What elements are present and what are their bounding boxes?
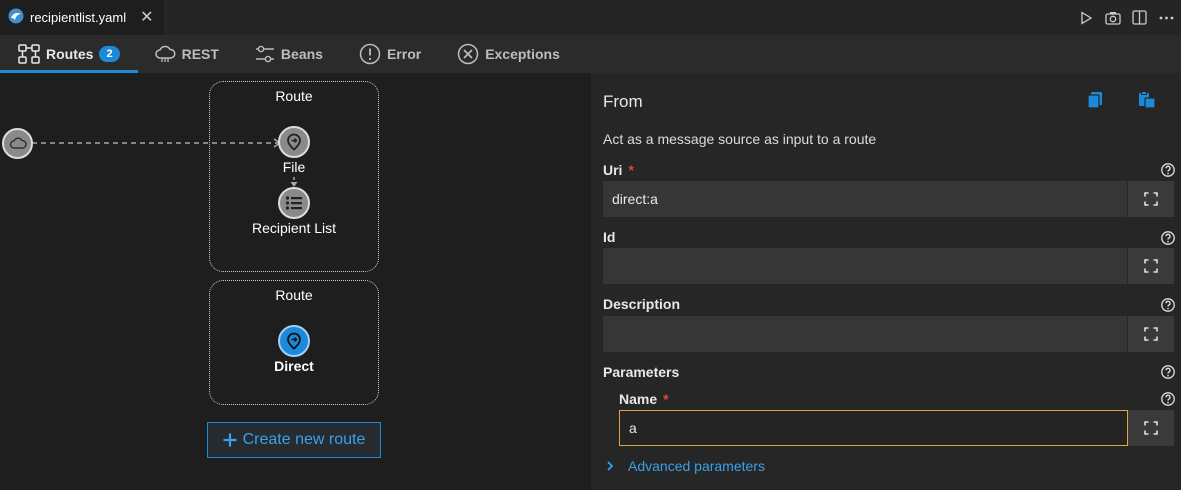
tab-exceptions[interactable]: Exceptions	[439, 35, 578, 73]
description-input[interactable]	[603, 316, 1127, 352]
help-icon[interactable]	[1161, 231, 1175, 245]
uri-label: Uri *	[603, 162, 634, 178]
editor-actions	[1077, 0, 1175, 35]
tab-beans[interactable]: Beans	[237, 35, 341, 73]
advanced-parameters-toggle[interactable]: Advanced parameters	[606, 458, 765, 474]
name-label: Name *	[619, 391, 669, 407]
expand-icon	[1144, 192, 1158, 206]
expand-icon	[1144, 327, 1158, 341]
description-expand-button[interactable]	[1128, 316, 1174, 352]
expand-icon	[1144, 421, 1158, 435]
help-icon[interactable]	[1161, 163, 1175, 177]
tab-exceptions-label: Exceptions	[485, 46, 560, 62]
properties-panel: From Act as a message source as input to…	[591, 73, 1181, 490]
copy-icon[interactable]	[1087, 91, 1103, 112]
close-tab-icon[interactable]: ✕	[140, 9, 153, 26]
more-actions-icon[interactable]	[1158, 9, 1175, 26]
run-icon[interactable]	[1077, 9, 1094, 26]
help-icon[interactable]	[1161, 365, 1175, 379]
help-icon[interactable]	[1161, 392, 1175, 406]
routes-icon	[18, 44, 40, 64]
route-canvas[interactable]: Route File Recipient List Route Direct C…	[0, 73, 591, 490]
kaoto-nav: Routes 2 REST Beans Error Exceptions	[0, 35, 1181, 73]
recipient-list-node[interactable]	[278, 187, 310, 219]
location-pin-icon	[287, 332, 301, 350]
recipient-list-node-label: Recipient List	[251, 220, 337, 236]
id-input[interactable]	[603, 248, 1127, 284]
tab-routes-label: Routes	[46, 46, 94, 62]
reference-cloud-node[interactable]	[2, 128, 33, 159]
route-container[interactable]: Route	[209, 81, 379, 272]
tab-rest-label: REST	[181, 46, 219, 62]
exclamation-circle-icon	[359, 43, 381, 65]
description-label: Description	[603, 296, 681, 312]
create-route-label: Create new route	[242, 431, 366, 448]
list-icon	[285, 196, 302, 210]
kaoto-file-icon	[8, 8, 24, 27]
panel-title: From	[603, 92, 643, 111]
name-expand-button[interactable]	[1128, 410, 1174, 446]
required-marker: *	[663, 391, 669, 407]
advanced-parameters-label: Advanced parameters	[628, 458, 765, 474]
help-icon[interactable]	[1161, 298, 1175, 312]
uri-label-text: Uri	[603, 162, 623, 178]
sliders-icon	[255, 45, 275, 63]
tab-beans-label: Beans	[280, 46, 323, 62]
expand-icon	[1144, 259, 1158, 273]
direct-node-label: Direct	[274, 358, 314, 374]
route-title: Route	[275, 287, 313, 303]
file-node[interactable]	[278, 126, 310, 158]
chevron-right-icon	[607, 461, 614, 471]
routes-count-badge: 2	[99, 46, 120, 62]
panel-description: Act as a message source as input to a ro…	[603, 131, 877, 147]
tab-error-label: Error	[386, 46, 422, 62]
direct-node[interactable]	[278, 325, 310, 357]
parameters-label: Parameters	[603, 364, 680, 380]
tab-routes[interactable]: Routes 2	[0, 35, 138, 73]
tab-rest[interactable]: REST	[138, 35, 237, 73]
cloud-icon	[154, 45, 176, 63]
cloud-icon	[9, 137, 27, 149]
x-circle-icon	[457, 43, 479, 65]
file-tab-label: recipientlist.yaml	[30, 10, 127, 25]
paste-icon[interactable]	[1138, 91, 1156, 112]
name-label-text: Name	[619, 391, 658, 407]
create-route-button[interactable]: Create new route	[207, 422, 381, 458]
location-pin-icon	[287, 133, 301, 151]
editor-tabbar: recipientlist.yaml ✕	[0, 0, 1181, 35]
name-input[interactable]: a	[619, 410, 1128, 446]
file-tab[interactable]: recipientlist.yaml ✕	[0, 0, 164, 35]
camera-icon[interactable]	[1104, 9, 1121, 26]
required-marker: *	[628, 162, 634, 178]
uri-expand-button[interactable]	[1128, 181, 1174, 217]
plus-icon	[223, 433, 237, 447]
id-label: Id	[603, 229, 616, 245]
split-editor-icon[interactable]	[1131, 9, 1148, 26]
uri-input[interactable]: direct:a	[603, 181, 1127, 217]
route-title: Route	[275, 88, 313, 104]
file-node-label: File	[282, 159, 306, 175]
tab-error[interactable]: Error	[341, 35, 439, 73]
id-expand-button[interactable]	[1128, 248, 1174, 284]
